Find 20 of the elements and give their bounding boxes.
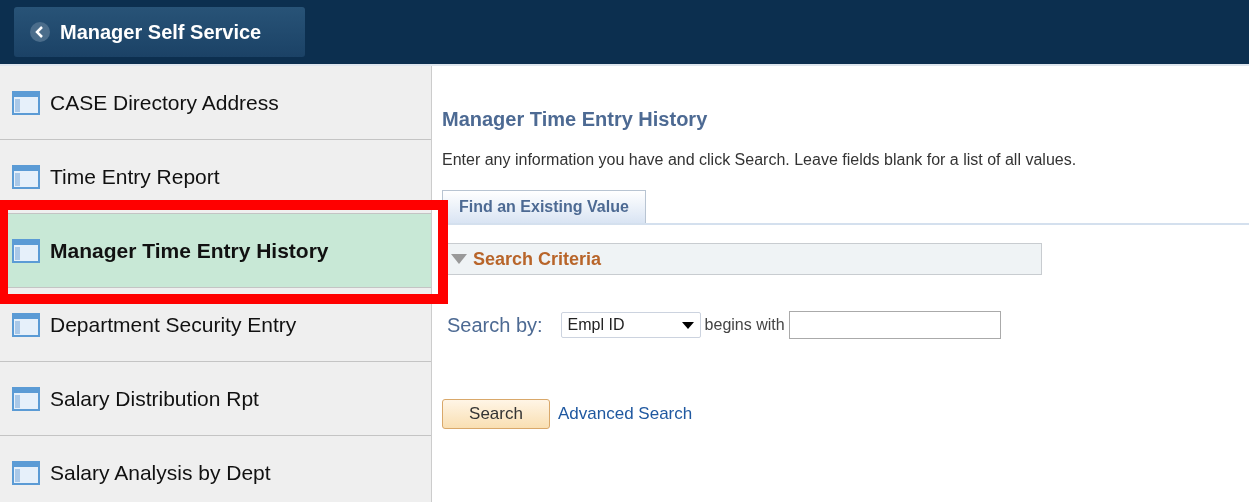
advanced-search-link[interactable]: Advanced Search [558,404,693,424]
chevron-left-icon [35,26,45,38]
caret-icon [681,321,694,329]
page-icon [12,238,40,263]
section-title: Search Criteria [473,248,602,270]
page-icon [12,386,40,411]
back-button[interactable]: Manager Self Service [14,7,305,57]
page-icon [12,164,40,189]
operator-label: begins with [704,316,785,334]
page-title: Manager Time Entry History [442,108,709,131]
page-icon [12,312,40,337]
input-field[interactable] [788,311,1001,339]
tab[interactable]: Find an Existing Value [442,190,646,223]
field-dropdown[interactable]: Empl ID [560,312,701,338]
search-button[interactable]: Search [442,399,550,429]
triangle-icon [451,254,467,264]
instructions: Enter any information you have and click Search. Leave fields blank for a list of all values. [442,151,1078,169]
page-icon [12,460,40,485]
page-icon [12,90,40,115]
search-by-label: Search by: [447,313,543,337]
